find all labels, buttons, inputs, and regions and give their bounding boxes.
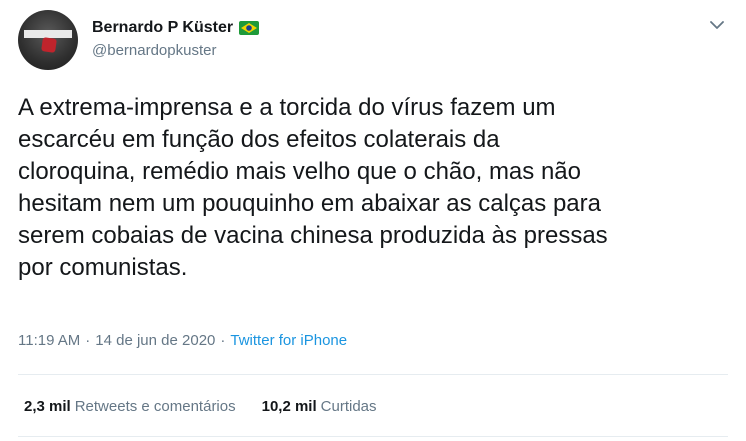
meta-separator: · bbox=[85, 332, 91, 349]
tweet-stats: 2,3 mil Retweets e comentários 10,2 mil … bbox=[24, 398, 377, 415]
tweet-date[interactable]: 14 de jun de 2020 bbox=[95, 332, 215, 349]
divider bbox=[18, 436, 728, 437]
tweet-text-line: por comunistas. bbox=[18, 254, 188, 281]
retweets-count: 2,3 mil bbox=[24, 398, 71, 415]
tweet-text-line: escarcéu em função dos efeitos colaterai… bbox=[18, 126, 500, 153]
brazil-flag-icon bbox=[239, 21, 260, 35]
author-display-name[interactable]: Bernardo P Küster bbox=[92, 19, 233, 37]
divider bbox=[18, 374, 728, 375]
avatar-mark bbox=[41, 37, 57, 53]
tweet-text-line: cloroquina, remédio mais velho que o chã… bbox=[18, 158, 581, 185]
tweet-text: A extrema-imprensa e a torcida do vírus … bbox=[18, 92, 734, 284]
author-handle[interactable]: @bernardopkuster bbox=[92, 42, 216, 59]
tweet-text-line: serem cobaias de vacina chinesa produzid… bbox=[18, 222, 608, 249]
tweet-text-line: hesitam nem um pouquinho em abaixar as c… bbox=[18, 190, 601, 217]
tweet-meta: 11:19 AM · 14 de jun de 2020 · Twitter f… bbox=[18, 332, 347, 349]
retweets-stat[interactable]: 2,3 mil Retweets e comentários bbox=[24, 398, 236, 415]
tweet-time[interactable]: 11:19 AM bbox=[18, 332, 80, 349]
retweets-label: Retweets e comentários bbox=[74, 398, 236, 415]
tweet-text-line: A extrema-imprensa e a torcida do vírus … bbox=[18, 94, 556, 121]
likes-count: 10,2 mil bbox=[261, 398, 317, 415]
tweet-card: Bernardo P Küster @bernardopkuster A ext… bbox=[0, 0, 746, 441]
meta-separator: · bbox=[220, 332, 226, 349]
likes-label: Curtidas bbox=[320, 398, 377, 415]
likes-stat[interactable]: 10,2 mil Curtidas bbox=[262, 398, 377, 415]
author-name-row: Bernardo P Küster bbox=[92, 17, 260, 39]
avatar[interactable] bbox=[18, 10, 78, 70]
chevron-down-icon[interactable] bbox=[708, 16, 726, 34]
tweet-source-link[interactable]: Twitter for iPhone bbox=[230, 332, 347, 349]
